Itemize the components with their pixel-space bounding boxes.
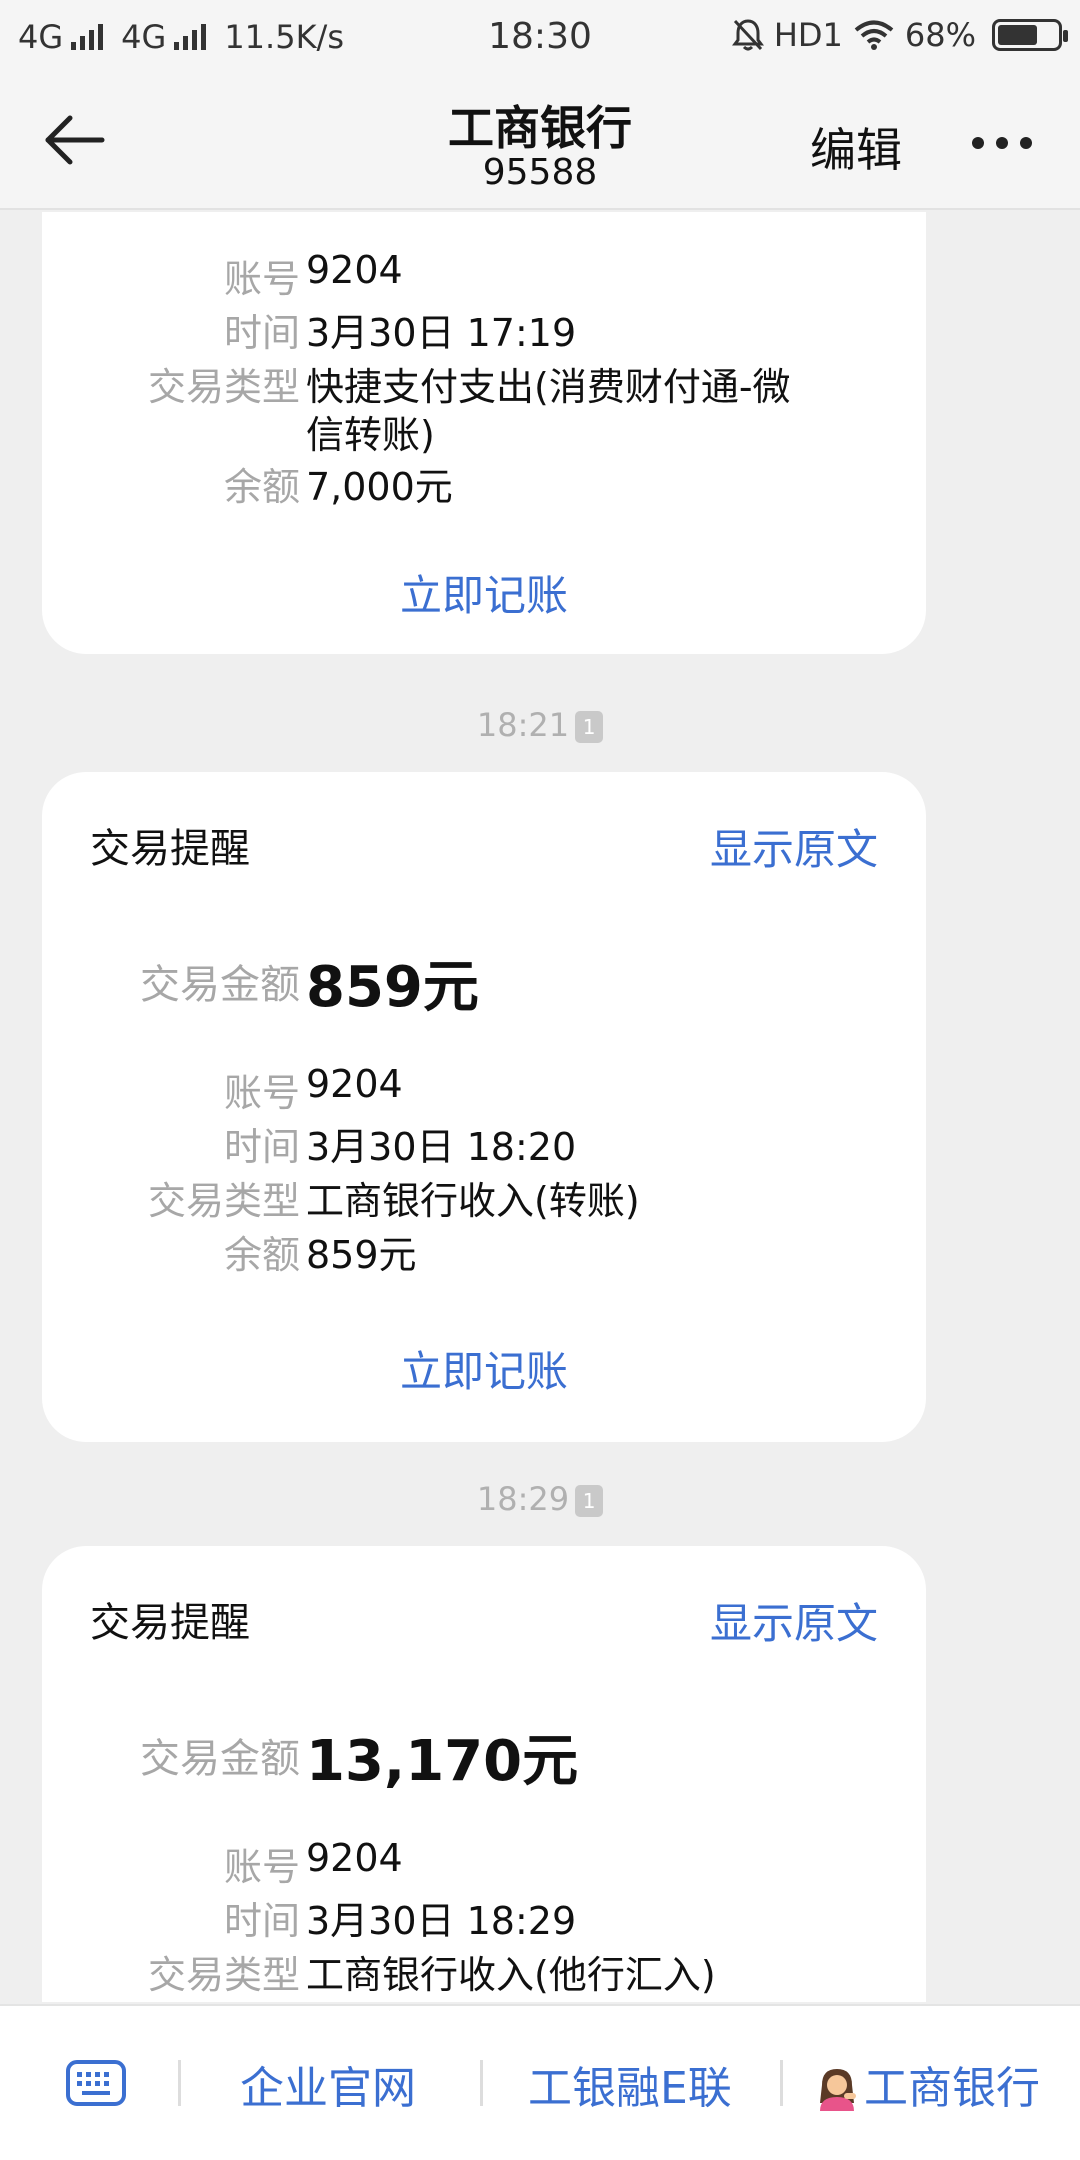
time-label: 时间 (223, 311, 300, 355)
wifi-icon (854, 20, 894, 50)
type-value-line2: 信转账) (306, 413, 435, 457)
sim-badge-icon: 1 (575, 711, 604, 743)
account-value: 9204 (306, 1836, 403, 1880)
contact-name: 工商银行 (448, 101, 632, 155)
menu-divider (780, 2060, 783, 2106)
account-label: 账号 (223, 1071, 300, 1115)
battery-fill (998, 25, 1037, 45)
message-card: 交易提醒 显示原文 交易金额 859元 账号 9204 时间 3月30日 18:… (42, 772, 926, 1442)
detail-row-balance: 余额 7,000元 (42, 456, 926, 510)
menu-divider (178, 2060, 181, 2106)
show-original-button[interactable]: 显示原文 (710, 816, 878, 877)
time-label: 时间 (223, 1899, 300, 1943)
account-label: 账号 (223, 257, 300, 301)
balance-value: 859元 (306, 1233, 417, 1277)
time-value: 3月30日 18:29 (306, 1899, 577, 1943)
record-now-button[interactable]: 立即记账 (42, 562, 926, 623)
menu-item-icbc[interactable]: 工商银行 (814, 2052, 1040, 2116)
amount-value: 13,170元 (306, 1729, 579, 1794)
menu-divider (480, 2060, 483, 2106)
timestamp-text: 18:21 (476, 706, 570, 744)
battery-icon (992, 19, 1068, 51)
show-original-button[interactable]: 显示原文 (710, 1590, 878, 1651)
contact-number: 95588 (482, 152, 598, 193)
chat-header: 工商银行 95588 编辑 (0, 72, 1080, 210)
message-timestamp: 18:21 1 (0, 706, 1080, 744)
type-value: 工商银行收入(转账) (306, 1179, 640, 1223)
balance-label: 余额 (223, 1233, 300, 1277)
message-list[interactable]: 账号 9204 时间 3月30日 17:19 交易类型 快捷支付支出(消费财付通… (0, 212, 1080, 2002)
time-value: 3月30日 17:19 (306, 311, 577, 355)
keyboard-icon[interactable] (66, 2060, 126, 2106)
type-value-line1: 快捷支付支出(消费财付通-微 (306, 365, 791, 409)
detail-row-balance: 余额 859元 (42, 1224, 926, 1278)
detail-row-account: 账号 9204 (42, 1062, 926, 1116)
menu-item-icbc-label: 工商银行 (864, 2063, 1040, 2114)
account-label: 账号 (223, 1845, 300, 1889)
battery-percent: 68% (904, 16, 976, 54)
time-label: 时间 (223, 1125, 300, 1169)
detail-row-time: 时间 3月30日 18:20 (42, 1116, 926, 1170)
person-emoji-icon (820, 2069, 856, 2111)
detail-row-amount: 交易金额 859元 (42, 942, 926, 1020)
type-value: 工商银行收入(他行汇入) (306, 1953, 716, 1997)
type-label: 交易类型 (147, 1179, 300, 1223)
amount-value: 859元 (306, 955, 479, 1020)
mute-bell-icon (731, 19, 764, 51)
sim-badge-icon: 1 (575, 1485, 604, 1517)
message-card: 交易提醒 显示原文 交易金额 13,170元 账号 9204 时间 3月30日 … (42, 1546, 926, 2002)
time-value: 3月30日 18:20 (306, 1125, 577, 1169)
menu-item-website[interactable]: 企业官网 (240, 2052, 416, 2116)
more-options-icon[interactable] (972, 128, 1042, 158)
record-now-button[interactable]: 立即记账 (42, 1338, 926, 1399)
status-bar: 4G 4G 11.5K/s 18:30 HD1 68% (0, 0, 1080, 72)
message-card: 账号 9204 时间 3月30日 17:19 交易类型 快捷支付支出(消费财付通… (42, 212, 926, 654)
detail-row-time: 时间 3月30日 17:19 (42, 302, 926, 356)
card-title: 交易提醒 (90, 1600, 250, 1646)
detail-row-type: 交易类型 工商银行收入(转账) (42, 1170, 926, 1224)
card-title: 交易提醒 (90, 826, 250, 872)
bottom-menu-bar: 企业官网 工银融E联 工商银行 (0, 2004, 1080, 2160)
detail-row-account: 账号 9204 (42, 248, 926, 302)
edit-button[interactable]: 编辑 (810, 114, 902, 180)
detail-row-type: 交易类型 工商银行收入(他行汇入) (42, 1944, 926, 1998)
status-right: HD1 68% (731, 16, 1068, 54)
account-value: 9204 (306, 248, 403, 292)
menu-item-e-link[interactable]: 工银融E联 (528, 2052, 732, 2116)
timestamp-text: 18:29 (476, 1480, 570, 1518)
hd-indicator: HD1 (773, 16, 843, 54)
message-timestamp: 18:29 1 (0, 1480, 1080, 1518)
account-value: 9204 (306, 1062, 403, 1106)
detail-row-amount: 交易金额 13,170元 (42, 1716, 926, 1794)
type-label: 交易类型 (147, 365, 300, 409)
detail-row-account: 账号 9204 (42, 1836, 926, 1890)
balance-value: 7,000元 (306, 465, 453, 509)
type-label: 交易类型 (147, 1953, 300, 1997)
amount-label: 交易金额 (140, 962, 300, 1008)
detail-row-time: 时间 3月30日 18:29 (42, 1890, 926, 1944)
detail-row-type: 交易类型 快捷支付支出(消费财付通-微 信转账) (42, 356, 926, 457)
balance-label: 余额 (223, 465, 300, 509)
amount-label: 交易金额 (140, 1736, 300, 1782)
